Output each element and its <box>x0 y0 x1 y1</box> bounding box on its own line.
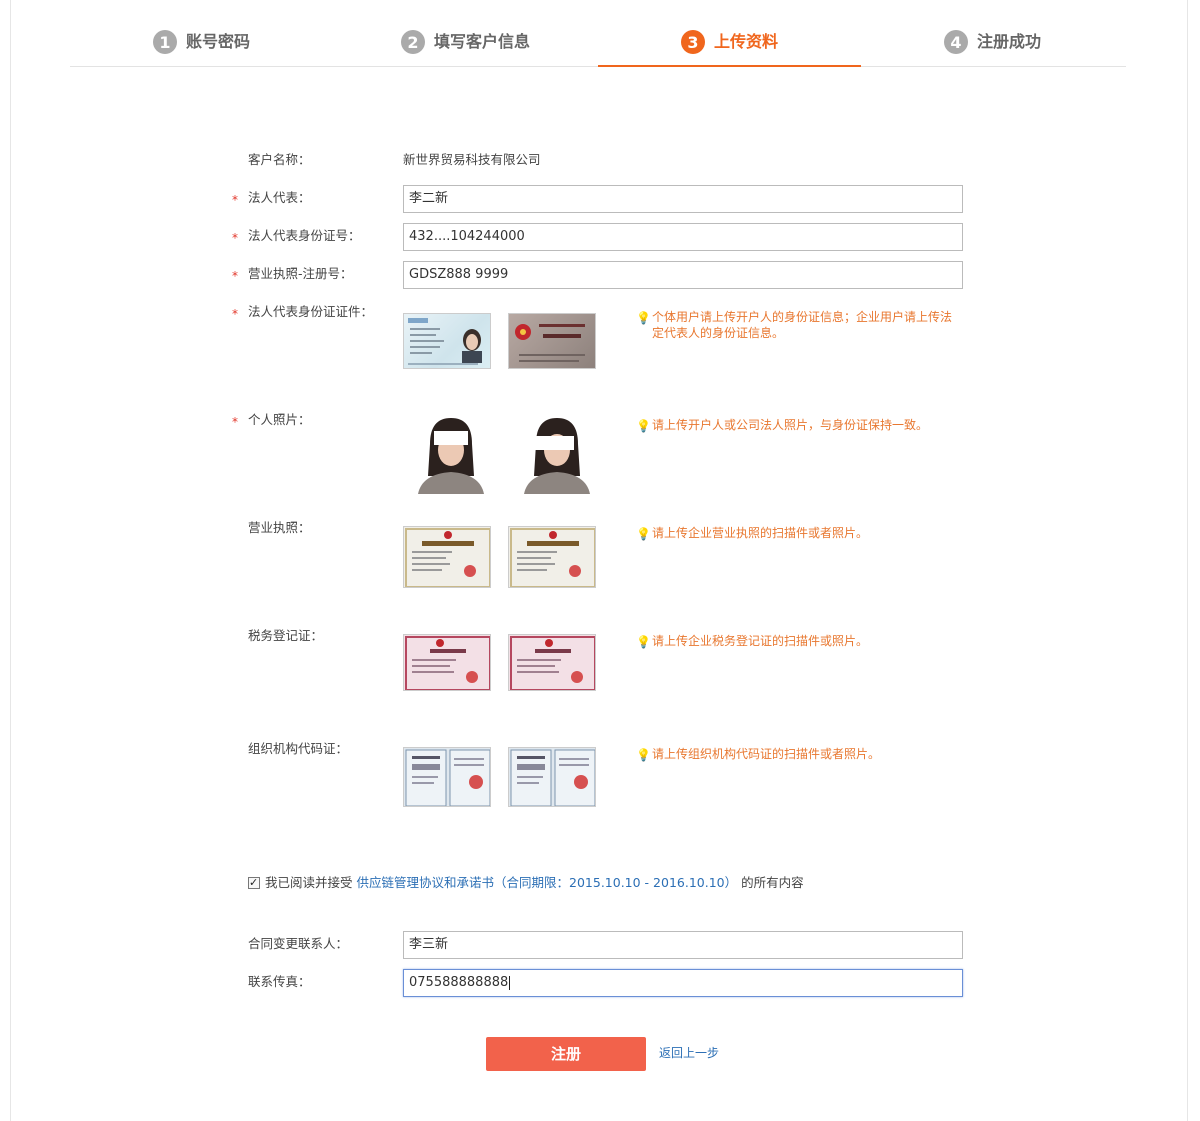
id-card-back-icon <box>515 324 585 362</box>
business-license-image-2[interactable] <box>508 526 596 588</box>
step-number: 3 <box>681 30 705 54</box>
person-photo-icon <box>418 418 484 494</box>
step-number: 1 <box>153 30 177 54</box>
fax-value: 075588888888 <box>409 975 509 990</box>
customer-name-label: 客户名称： <box>248 152 311 167</box>
fax-input[interactable]: 075588888888 <box>403 969 963 997</box>
fax-label: 联系传真： <box>248 974 311 989</box>
id-card-front-image[interactable] <box>403 313 491 369</box>
id-card-back-image[interactable] <box>508 313 596 369</box>
step-2: 2 填写客户信息 <box>401 30 530 66</box>
tax-document-icon <box>510 636 595 690</box>
lightbulb-icon: 💡 <box>636 311 651 325</box>
license-no-label: 营业执照-注册号： <box>248 266 353 281</box>
agreement-link[interactable]: 供应链管理协议和承诺书（合同期限：2015.10.10 - 2016.10.10… <box>357 874 738 892</box>
business-license-image-1[interactable] <box>403 526 491 588</box>
legal-rep-input[interactable]: 李二新 <box>403 185 963 213</box>
lightbulb-icon: 💡 <box>636 635 651 649</box>
personal-photo-2[interactable] <box>518 414 596 494</box>
required-mark: * <box>232 269 238 283</box>
step-label: 填写客户信息 <box>434 32 531 51</box>
tax-tip: 💡 请上传企业税务登记证的扫描件或照片。 <box>636 634 869 649</box>
id-docs-tip: 💡 个体用户请上传开户人的身份证信息；企业用户请上传法定代表人的身份证信息。 <box>636 310 953 340</box>
business-license-tip: 💡 请上传企业营业执照的扫描件或者照片。 <box>636 526 869 541</box>
legal-rep-id-label: 法人代表身份证号： <box>248 228 361 243</box>
id-card-front-icon <box>408 318 482 365</box>
register-button[interactable]: 注册 <box>486 1037 646 1071</box>
agreement-suffix: 的所有内容 <box>741 875 804 890</box>
tax-certificate-image-2[interactable] <box>508 634 596 691</box>
required-mark: * <box>232 231 238 245</box>
tax-certificate-image-1[interactable] <box>403 634 491 691</box>
tax-label: 税务登记证： <box>248 628 324 643</box>
lightbulb-icon: 💡 <box>636 419 651 433</box>
legal-rep-label: 法人代表： <box>248 190 311 205</box>
business-license-label: 营业执照： <box>248 520 311 535</box>
step-label: 注册成功 <box>977 32 1042 51</box>
step-number: 4 <box>944 30 968 54</box>
agreement-checkbox[interactable] <box>248 874 260 892</box>
required-mark: * <box>232 307 238 321</box>
org-code-tip: 💡 请上传组织机构代码证的扫描件或者照片。 <box>636 747 881 762</box>
step-progress: 1 账号密码 2 填写客户信息 3 上传资料 4 注册成功 <box>70 22 1126 67</box>
org-code-label: 组织机构代码证： <box>248 741 349 756</box>
step-4: 4 注册成功 <box>944 30 1041 66</box>
agreement-prefix: 我已阅读并接受 <box>265 875 353 890</box>
tax-document-icon <box>405 636 490 690</box>
step-1: 1 账号密码 <box>153 30 250 66</box>
active-step-underline <box>598 65 861 67</box>
org-code-image-2[interactable] <box>508 747 596 807</box>
lightbulb-icon: 💡 <box>636 527 651 541</box>
legal-rep-id-input[interactable]: 432....104244000 <box>403 223 963 251</box>
org-code-image-1[interactable] <box>403 747 491 807</box>
text-caret <box>509 975 511 990</box>
back-link[interactable]: 返回上一步 <box>659 1044 719 1061</box>
contact-input[interactable]: 李三新 <box>403 931 963 959</box>
license-document-icon <box>510 528 595 587</box>
license-document-icon <box>405 528 490 587</box>
customer-name-value: 新世界贸易科技有限公司 <box>403 152 541 167</box>
step-3: 3 上传资料 <box>681 30 778 66</box>
agreement-row: 我已阅读并接受 供应链管理协议和承诺书（合同期限：2015.10.10 - 20… <box>248 874 804 892</box>
lightbulb-icon: 💡 <box>636 748 651 762</box>
step-label: 上传资料 <box>714 32 779 51</box>
org-document-icon <box>510 749 595 806</box>
id-docs-label: 法人代表身份证证件： <box>248 304 374 319</box>
step-label: 账号密码 <box>186 32 251 51</box>
contact-label: 合同变更联系人： <box>248 936 349 951</box>
step-number: 2 <box>401 30 425 54</box>
license-no-input[interactable]: GDSZ888 9999 <box>403 261 963 289</box>
required-mark: * <box>232 415 238 429</box>
org-document-icon <box>405 749 490 806</box>
personal-photo-1[interactable] <box>412 414 490 494</box>
photo-label: 个人照片： <box>248 412 311 427</box>
photo-tip: 💡 请上传开户人或公司法人照片，与身份证保持一致。 <box>636 418 929 433</box>
required-mark: * <box>232 193 238 207</box>
person-photo-icon <box>524 418 590 494</box>
